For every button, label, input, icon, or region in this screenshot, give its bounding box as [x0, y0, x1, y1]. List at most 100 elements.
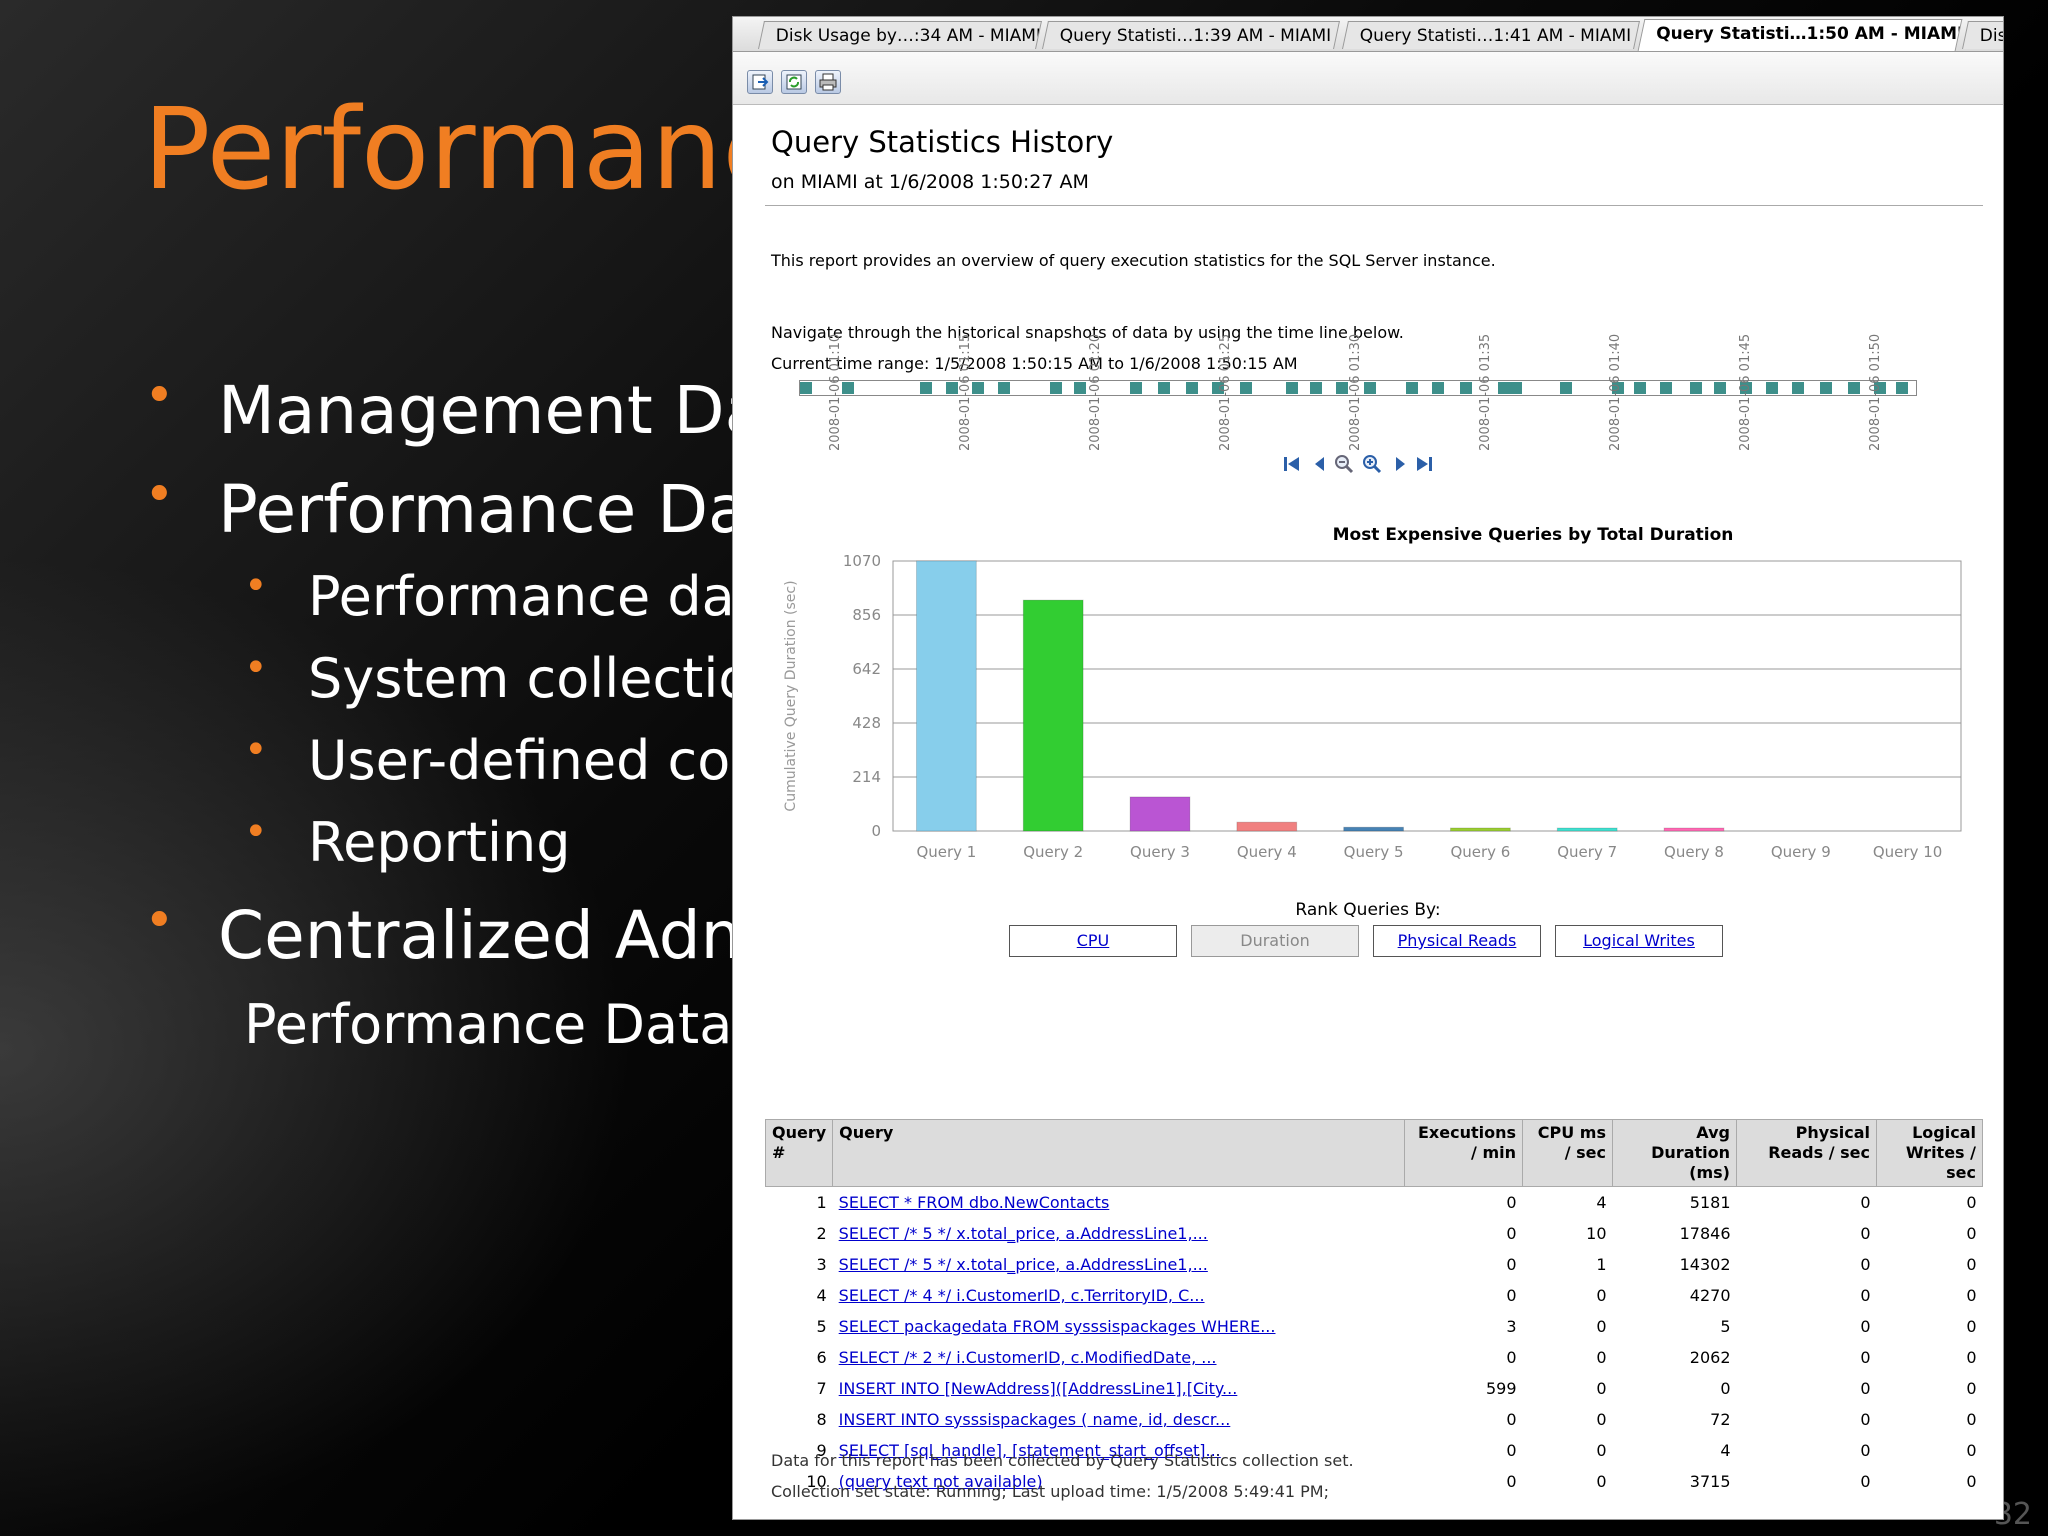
timeline-snapshot[interactable]	[1560, 382, 1572, 394]
first-snapshot-icon[interactable]	[1281, 453, 1303, 475]
timeline-snapshot[interactable]	[1364, 382, 1376, 394]
export-icon[interactable]	[747, 70, 773, 94]
table-row: 3 SELECT /* 5 */ x.total_price, a.Address…	[766, 1249, 1983, 1280]
timeline-snapshot[interactable]	[998, 382, 1010, 394]
timeline-snapshot[interactable]	[1050, 382, 1062, 394]
x-tick-label: Query 5	[1344, 843, 1404, 861]
table-cell: 0	[1506, 1472, 1517, 1491]
next-snapshot-icon[interactable]	[1389, 453, 1411, 475]
table-cell: 4	[816, 1286, 827, 1305]
timeline-snapshot[interactable]	[1074, 382, 1086, 394]
timeline-snapshot[interactable]	[1848, 382, 1860, 394]
timeline-snapshot[interactable]	[1690, 382, 1702, 394]
slide-sub-bullet: • Reporting	[244, 809, 571, 874]
refresh-icon[interactable]	[781, 70, 807, 94]
table-cell: 4	[1596, 1193, 1607, 1212]
bar	[1022, 599, 1084, 832]
timeline-snapshot[interactable]	[1240, 382, 1252, 394]
timeline-snapshot[interactable]	[1158, 382, 1170, 394]
zoom-in-icon[interactable]	[1361, 453, 1383, 475]
x-tick-label: Query 1	[916, 843, 976, 861]
zoom-out-icon[interactable]	[1333, 453, 1355, 475]
table-cell: 0	[1506, 1193, 1517, 1212]
print-icon[interactable]	[815, 70, 841, 94]
table-cell: 2	[816, 1224, 827, 1243]
bar	[915, 560, 977, 832]
timeline-label-text: 2008-01-06 01:30	[1348, 333, 1363, 451]
timeline-snapshot[interactable]	[1310, 382, 1322, 394]
timeline-snapshot[interactable]	[1186, 382, 1198, 394]
timeline-snapshot[interactable]	[1634, 382, 1646, 394]
timeline-label: 2008-01-06 01:10	[828, 334, 891, 451]
table-cell: 0	[1966, 1441, 1977, 1460]
bar-chart: 0 214 428 642 856 1070 Cumulative Query Durati…	[783, 552, 1962, 861]
query-link[interactable]: INSERT INTO [NewAddress]([AddressLine1],…	[839, 1379, 1238, 1398]
timeline-label: 2008-01-06 01:15	[958, 334, 1021, 451]
last-snapshot-icon[interactable]	[1413, 453, 1435, 475]
query-link[interactable]: SELECT /* 4 */ i.CustomerID, c.Territory…	[839, 1286, 1205, 1305]
table-cell: 0	[1966, 1410, 1977, 1429]
table-cell: 1	[816, 1193, 827, 1212]
tab-query-statistics-1-39[interactable]: Query Statisti…1:39 AM - MIAMI	[1042, 21, 1340, 49]
timeline-snapshot[interactable]	[1660, 382, 1672, 394]
report-title: Query Statistics History	[771, 125, 1114, 159]
rank-by-cpu-button[interactable]: CPU	[1009, 925, 1177, 957]
report-window: Disk Usage by…:34 AM - MIAMI Query Stati…	[732, 16, 2004, 1520]
timeline-snapshot[interactable]	[1714, 382, 1726, 394]
timeline-snapshot[interactable]	[972, 382, 984, 394]
timeline-label-text: 2008-01-06 01:35	[1478, 333, 1493, 451]
table-cell: 0	[1860, 1379, 1871, 1398]
previous-snapshot-icon[interactable]	[1309, 453, 1331, 475]
timeline-snapshot[interactable]	[920, 382, 932, 394]
col-logical-writes: Logical Writes / sec	[1876, 1119, 1983, 1187]
bullet-dot-icon: •	[244, 809, 268, 855]
timeline-snapshot[interactable]	[1286, 382, 1298, 394]
rank-by-logical-writes-button[interactable]: Logical Writes	[1555, 925, 1723, 957]
x-tick-label: Query 3	[1130, 843, 1190, 861]
timeline-snapshot[interactable]	[842, 382, 854, 394]
table-row: 5 SELECT packagedata FROM sysssispackages…	[766, 1311, 1983, 1342]
query-link[interactable]: SELECT packagedata FROM sysssispackages …	[839, 1317, 1276, 1336]
col-executions: Executions / min	[1404, 1119, 1523, 1187]
bar	[1236, 821, 1298, 832]
timeline-snapshot[interactable]	[1820, 382, 1832, 394]
y-tick-label: 856	[852, 606, 881, 624]
timeline-label-text: 2008-01-06 01:15	[958, 333, 973, 451]
table-cell: 0	[1966, 1317, 1977, 1336]
timeline-snapshot[interactable]	[946, 382, 958, 394]
timeline-snapshot[interactable]	[1406, 382, 1418, 394]
bullet-dot-icon: •	[244, 727, 268, 773]
report-content: Query Statistics History on MIAMI at 1/6…	[733, 105, 2003, 1519]
timeline-snapshot[interactable]	[1792, 382, 1804, 394]
timeline-snapshot[interactable]	[1460, 382, 1472, 394]
timeline-snapshot[interactable]	[1432, 382, 1444, 394]
query-link[interactable]: SELECT /* 5 */ x.total_price, a.AddressL…	[839, 1224, 1208, 1243]
rank-by-duration-button: Duration	[1191, 925, 1359, 957]
timeline-snapshot[interactable]	[1498, 382, 1510, 394]
query-link[interactable]: SELECT /* 5 */ x.total_price, a.AddressL…	[839, 1255, 1208, 1274]
tab-query-statistics-1-50[interactable]: Query Statisti…1:50 AM - MIAMI	[1637, 19, 1963, 51]
query-link[interactable]: INSERT INTO sysssispackages ( name, id, …	[839, 1410, 1231, 1429]
timeline-label-text: 2008-01-06 01:50	[1868, 333, 1883, 451]
rank-by-physical-reads-button[interactable]: Physical Reads	[1373, 925, 1541, 957]
table-cell: 0	[1506, 1410, 1517, 1429]
query-link[interactable]: SELECT /* 2 */ i.CustomerID, c.ModifiedD…	[839, 1348, 1217, 1367]
tab-disk[interactable]: Disk	[1962, 21, 2003, 49]
timeline-snapshot[interactable]	[1896, 382, 1908, 394]
col-avg-duration: Avg Duration (ms)	[1612, 1119, 1737, 1187]
bar	[1343, 826, 1405, 832]
y-tick-label: 1070	[843, 552, 881, 570]
footer-collection-info: Data for this report has been collected …	[771, 1451, 1354, 1470]
timeline-snapshot[interactable]	[800, 382, 812, 394]
timeline-snapshot[interactable]	[1510, 382, 1522, 394]
tab-query-statistics-1-41[interactable]: Query Statisti…1:41 AM - MIAMI	[1342, 21, 1640, 49]
tab-disk-usage[interactable]: Disk Usage by…:34 AM - MIAMI	[758, 21, 1042, 49]
timeline-snapshot[interactable]	[1130, 382, 1142, 394]
timeline-snapshot[interactable]	[1766, 382, 1778, 394]
table-row: 6 SELECT /* 2 */ i.CustomerID, c.Modified…	[766, 1342, 1983, 1373]
bullet-dot-icon: •	[144, 465, 175, 525]
timeline-snapshot[interactable]	[1336, 382, 1348, 394]
query-link[interactable]: SELECT * FROM dbo.NewContacts	[839, 1193, 1110, 1212]
table-cell: 0	[1860, 1472, 1871, 1491]
slide-sub-bullet: • User-defined coll	[244, 727, 761, 792]
